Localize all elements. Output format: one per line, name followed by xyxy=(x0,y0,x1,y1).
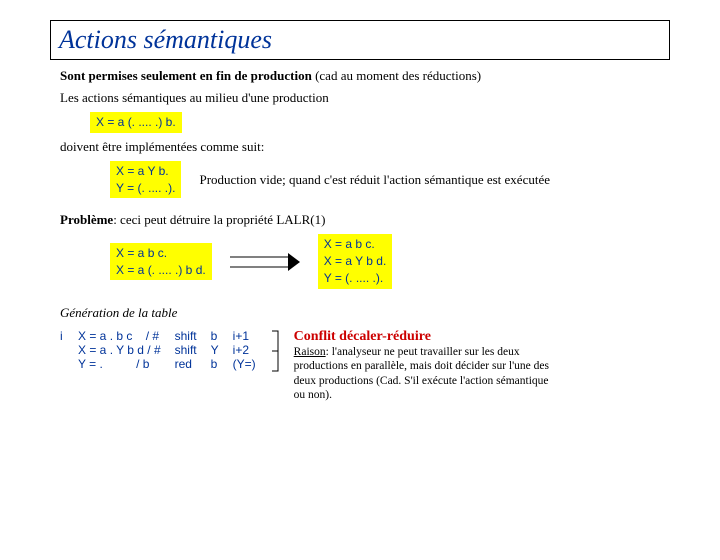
note-right: Production vide; quand c'est réduit l'ac… xyxy=(199,172,550,188)
code-row-2: X = a Y b. Y = (. .... .). Production vi… xyxy=(110,161,670,199)
intro-rest: (cad au moment des réductions) xyxy=(312,68,481,83)
arrow-icon xyxy=(230,253,300,271)
bracket-icon xyxy=(270,329,280,373)
intro-bold: Sont permises seulement en fin de produc… xyxy=(60,68,312,83)
code-box-3: X = a b c. X = a (. .... .) b d. xyxy=(110,243,212,281)
problem-line: Problème: ceci peut détruire la propriét… xyxy=(60,212,670,228)
transform-row: X = a b c. X = a (. .... .) b d. X = a b… xyxy=(110,234,670,288)
slide-title: Actions sémantiques xyxy=(59,25,661,55)
problem-rest: : ceci peut détruire la propriété LALR(1… xyxy=(113,212,325,227)
intro-line: Sont permises seulement en fin de produc… xyxy=(60,68,670,84)
table-col-symbol: b Y b xyxy=(211,329,219,371)
table-section: i X = a . b c / # X = a . Y b d / # Y = … xyxy=(60,329,670,403)
milieu-line: Les actions sémantiques au milieu d'une … xyxy=(60,90,670,106)
code-box-4: X = a b c. X = a Y b d. Y = (. .... .). xyxy=(318,234,393,288)
problem-bold: Problème xyxy=(60,212,113,227)
raison-label: Raison xyxy=(294,346,326,358)
table-col-goto: i+1 i+2 (Y=) xyxy=(233,329,256,371)
code-box-1-wrap: X = a (. .... .) b. xyxy=(90,112,670,133)
implement-line: doivent être implémentées comme suit: xyxy=(60,139,670,155)
raison-text: : l'analyseur ne peut travailler sur les… xyxy=(294,346,549,401)
slide-content: Sont permises seulement en fin de produc… xyxy=(60,68,670,402)
title-box: Actions sémantiques xyxy=(50,20,670,60)
conflict-reason: Raison: l'analyseur ne peut travailler s… xyxy=(294,345,554,403)
code-box-2: X = a Y b. Y = (. .... .). xyxy=(110,161,181,199)
gen-table-heading: Génération de la table xyxy=(60,305,670,321)
state-i-label: i xyxy=(60,329,78,343)
code-box-1: X = a (. .... .) b. xyxy=(90,112,182,133)
table-col-action: shift shift red xyxy=(175,329,197,371)
conflict-title: Conflit décaler-réduire xyxy=(294,329,554,345)
conflict-box: Conflit décaler-réduire Raison: l'analys… xyxy=(294,329,554,403)
table-col-grammar: X = a . b c / # X = a . Y b d / # Y = . … xyxy=(78,329,161,371)
